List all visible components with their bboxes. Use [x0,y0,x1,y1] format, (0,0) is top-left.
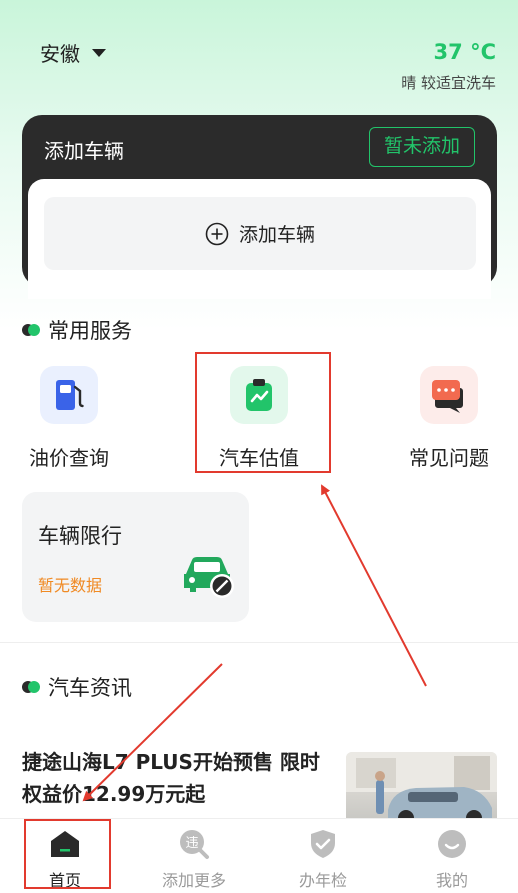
annotation-arrow-up [321,484,427,687]
annotation-arrow-down [82,663,223,802]
annotation-arrows [82,484,427,802]
